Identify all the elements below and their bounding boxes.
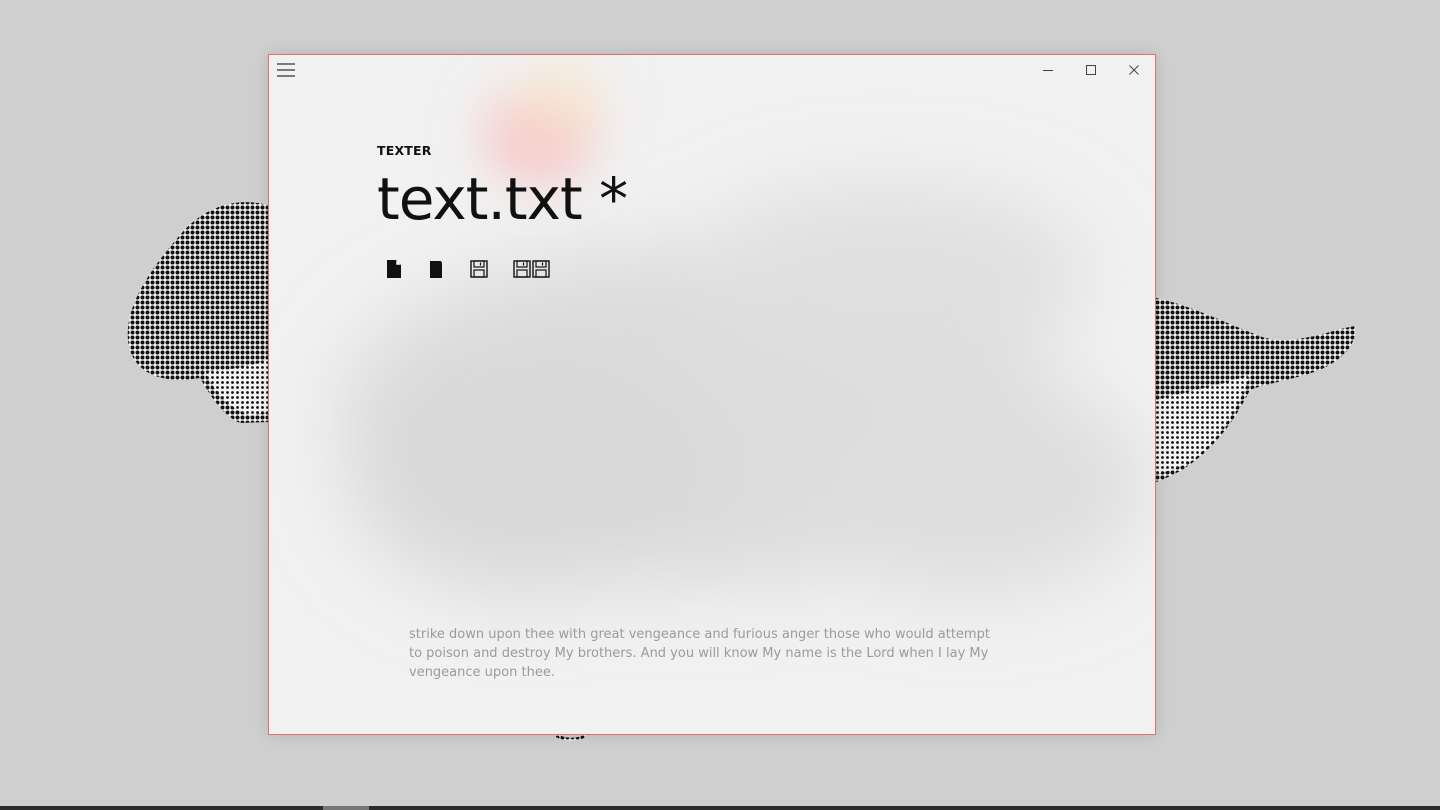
save-icon xyxy=(470,260,488,278)
close-button[interactable] xyxy=(1112,55,1155,85)
save-as-icon xyxy=(513,260,550,278)
new-file-button[interactable] xyxy=(385,255,403,283)
open-file-button[interactable] xyxy=(427,255,445,283)
editor-text[interactable]: strike down upon thee with great vengean… xyxy=(409,625,999,682)
title-bar[interactable] xyxy=(269,55,1155,85)
maximize-button[interactable] xyxy=(1069,55,1112,85)
maximize-icon xyxy=(1085,65,1096,75)
document-header: TEXTER text.txt * xyxy=(377,143,628,233)
taskbar-edge xyxy=(0,806,1440,810)
open-file-icon xyxy=(430,261,442,278)
save-as-button[interactable] xyxy=(513,255,551,283)
taskbar-highlight xyxy=(323,806,369,810)
minimize-icon xyxy=(1042,70,1053,71)
window-controls xyxy=(1026,55,1155,85)
save-button[interactable] xyxy=(469,255,489,283)
new-file-icon xyxy=(387,260,401,278)
close-icon xyxy=(1128,65,1139,75)
app-window: TEXTER text.txt * strike down upon thee … xyxy=(268,54,1156,735)
hamburger-icon[interactable] xyxy=(275,59,297,81)
app-label: TEXTER xyxy=(377,143,432,158)
document-title: text.txt * xyxy=(377,165,628,233)
minimize-button[interactable] xyxy=(1026,55,1069,85)
file-toolbar xyxy=(377,255,575,283)
